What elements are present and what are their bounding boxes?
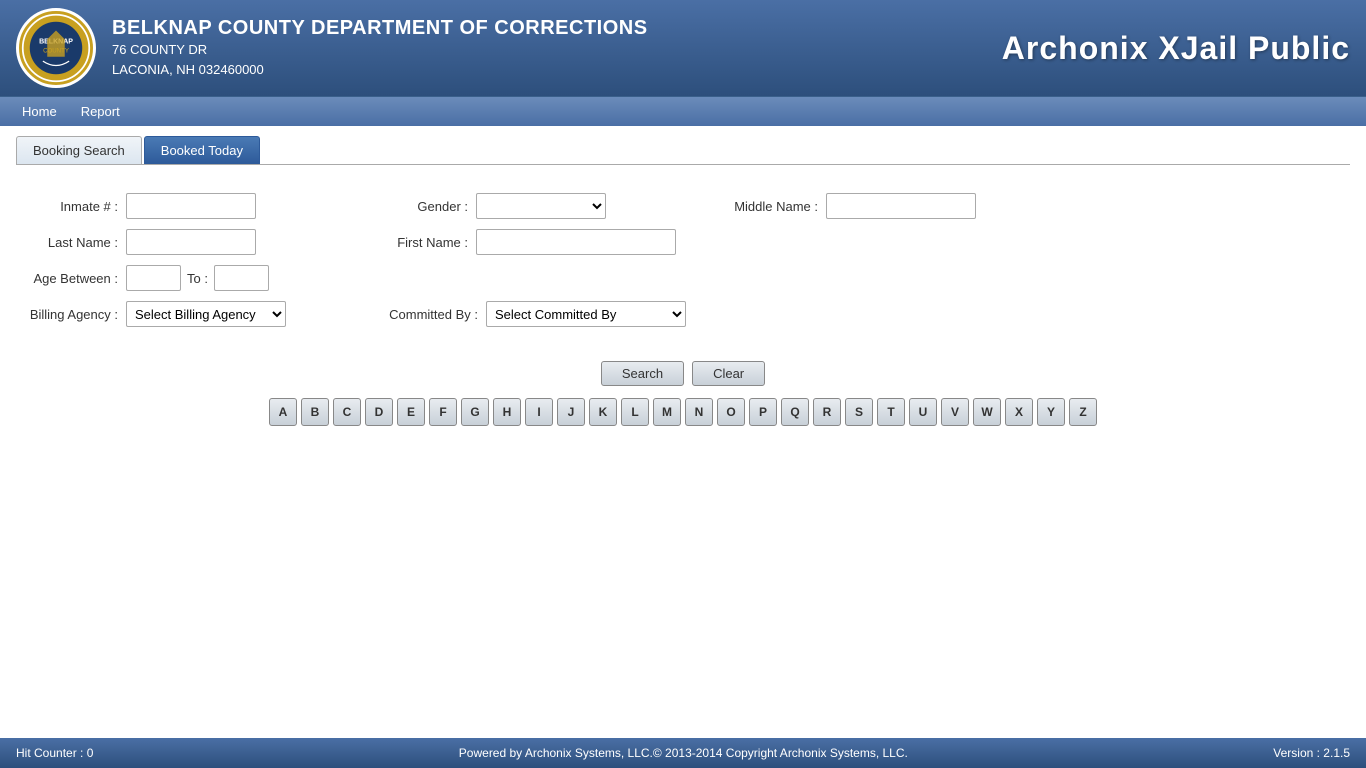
alpha-btn-t[interactable]: T [877,398,905,426]
inmate-input[interactable] [126,193,256,219]
last-name-group: Last Name : [16,229,256,255]
form-row-2: Last Name : First Name : [16,229,1350,255]
alpha-btn-f[interactable]: F [429,398,457,426]
billing-agency-label: Billing Agency : [16,307,126,322]
committed-by-label: Committed By : [376,307,486,322]
alpha-btn-r[interactable]: R [813,398,841,426]
alpha-btn-w[interactable]: W [973,398,1001,426]
alpha-btn-g[interactable]: G [461,398,489,426]
nav-home[interactable]: Home [10,100,69,123]
alpha-btn-d[interactable]: D [365,398,393,426]
org-logo: BELKNAP COUNTY [16,8,96,88]
app-brand: Archonix XJail Public [1002,30,1350,67]
alpha-btn-s[interactable]: S [845,398,873,426]
committed-by-select[interactable]: Select Committed By [486,301,686,327]
billing-agency-group: Billing Agency : Select Billing Agency [16,301,286,327]
hit-counter: Hit Counter : 0 [16,746,93,760]
age-to-input[interactable] [214,265,269,291]
middle-name-input[interactable] [826,193,976,219]
address-line1: 76 COUNTY DR [112,40,1002,60]
first-name-input[interactable] [476,229,676,255]
alpha-btn-k[interactable]: K [589,398,617,426]
button-row: Search Clear [16,361,1350,386]
alpha-btn-z[interactable]: Z [1069,398,1097,426]
first-name-label: First Name : [366,235,476,250]
age-to-label: To : [187,271,208,286]
alpha-btn-h[interactable]: H [493,398,521,426]
tab-bar: Booking Search Booked Today [16,136,1350,165]
alpha-btn-x[interactable]: X [1005,398,1033,426]
alpha-btn-j[interactable]: J [557,398,585,426]
alpha-btn-n[interactable]: N [685,398,713,426]
alpha-btn-l[interactable]: L [621,398,649,426]
alpha-btn-p[interactable]: P [749,398,777,426]
main-content: Booking Search Booked Today Inmate # : G… [0,126,1366,738]
middle-name-group: Middle Name : [716,193,976,219]
tab-booking-search[interactable]: Booking Search [16,136,142,164]
alpha-btn-m[interactable]: M [653,398,681,426]
alpha-btn-v[interactable]: V [941,398,969,426]
alpha-btn-o[interactable]: O [717,398,745,426]
nav-report[interactable]: Report [69,100,132,123]
search-button[interactable]: Search [601,361,684,386]
age-from-input[interactable] [126,265,181,291]
committed-by-group: Committed By : Select Committed By [376,301,686,327]
last-name-input[interactable] [126,229,256,255]
tab-booked-today[interactable]: Booked Today [144,136,260,164]
age-between-label: Age Between : [16,271,126,286]
org-name: BELKNAP COUNTY DEPARTMENT OF CORRECTIONS [112,17,1002,40]
nav-bar: Home Report [0,96,1366,126]
alpha-btn-u[interactable]: U [909,398,937,426]
inmate-group: Inmate # : [16,193,256,219]
billing-agency-select[interactable]: Select Billing Agency [126,301,286,327]
alpha-btn-i[interactable]: I [525,398,553,426]
alpha-row: ABCDEFGHIJKLMNOPQRSTUVWXYZ [16,398,1350,426]
header-text: BELKNAP COUNTY DEPARTMENT OF CORRECTIONS… [112,17,1002,79]
search-form: Inmate # : Gender : Male Female Middle N… [16,181,1350,349]
gender-group: Gender : Male Female [366,193,606,219]
first-name-group: First Name : [366,229,676,255]
clear-button[interactable]: Clear [692,361,765,386]
powered-by: Powered by Archonix Systems, LLC.© 2013-… [459,746,908,760]
header: BELKNAP COUNTY BELKNAP COUNTY DEPARTMENT… [0,0,1366,96]
age-group: Age Between : To : [16,265,269,291]
alpha-btn-e[interactable]: E [397,398,425,426]
alpha-btn-q[interactable]: Q [781,398,809,426]
version: Version : 2.1.5 [1273,746,1350,760]
footer: Hit Counter : 0 Powered by Archonix Syst… [0,738,1366,768]
gender-label: Gender : [366,199,476,214]
alpha-btn-a[interactable]: A [269,398,297,426]
gender-select[interactable]: Male Female [476,193,606,219]
last-name-label: Last Name : [16,235,126,250]
form-row-1: Inmate # : Gender : Male Female Middle N… [16,193,1350,219]
inmate-label: Inmate # : [16,199,126,214]
form-row-3: Age Between : To : [16,265,1350,291]
address-line2: LACONIA, NH 032460000 [112,60,1002,80]
alpha-btn-b[interactable]: B [301,398,329,426]
alpha-btn-c[interactable]: C [333,398,361,426]
alpha-btn-y[interactable]: Y [1037,398,1065,426]
middle-name-label: Middle Name : [716,199,826,214]
form-row-4: Billing Agency : Select Billing Agency C… [16,301,1350,327]
